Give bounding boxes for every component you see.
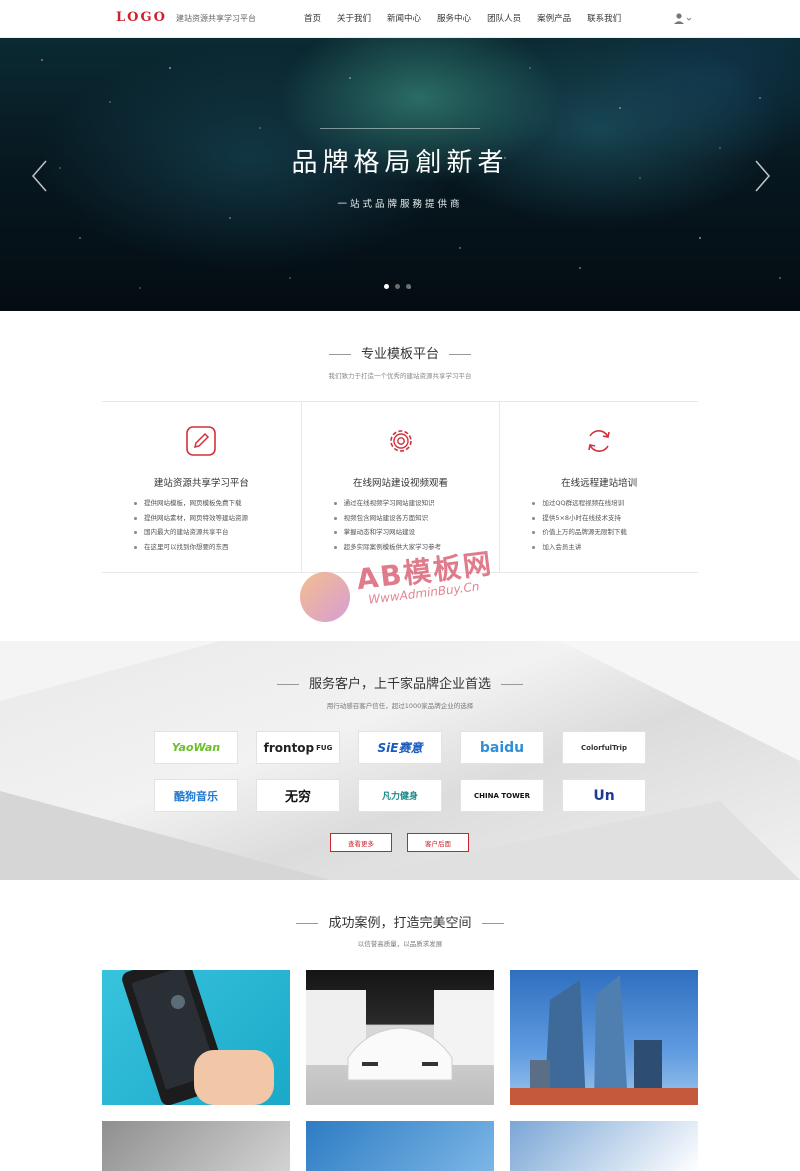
list-item: 提供5×8小时在线技术支持	[532, 511, 627, 526]
site-logo[interactable]: LOGO	[116, 10, 167, 25]
platform-title-text: 专业模板平台	[360, 347, 439, 362]
cases-title-text: 成功案例，打造完美空间	[328, 916, 472, 931]
client-logo-text: Un	[593, 787, 615, 804]
nav-item-home[interactable]: 首页	[296, 0, 329, 38]
list-item: 视频包含网站建设各方面知识	[333, 511, 442, 526]
list-item: 提供网站模板，网页模板免费下载	[134, 496, 248, 511]
list-item: 掌握动态和学习网站建设	[333, 525, 442, 540]
client-logo-colorfultrip[interactable]: ColorfulTrip	[562, 731, 646, 764]
nav-item-team[interactable]: 团队人员	[479, 0, 529, 38]
list-item: 加过QQ群远程视频在线培训	[532, 496, 627, 511]
client-logo-text: ColorfulTrip	[581, 743, 627, 752]
clients-subtitle: 用行动感召客户信任，超过1000家品牌企业的选择	[326, 702, 474, 710]
gear-icon	[389, 430, 412, 452]
carousel-dot[interactable]	[395, 284, 400, 289]
title-rule	[276, 684, 299, 685]
title-rule	[296, 923, 319, 924]
client-logo-text: 酷狗音乐	[174, 789, 218, 803]
client-logo-sie[interactable]: SiE赛意	[358, 731, 442, 764]
list-item: 提供网站素材，网页特效等建站资源	[134, 511, 248, 526]
banner-subtitle: 一站式品牌服務提供商	[337, 199, 463, 210]
client-logo-yaowan[interactable]: YaoWan	[154, 731, 238, 764]
client-logo-kugou[interactable]: 酷狗音乐	[154, 779, 238, 812]
case-image-phone[interactable]	[102, 970, 290, 1105]
nav-item-cases[interactable]: 案例产品	[529, 0, 579, 38]
client-logo-sub: FUG	[316, 743, 333, 752]
client-logo-grid: YaoWan frontop FUG SiE赛意 baidu ColorfulTr…	[154, 731, 648, 812]
clients-title-text: 服务客户，上千家品牌企业首选	[308, 677, 491, 692]
car-illustration	[306, 990, 494, 1081]
client-logo-chinatower[interactable]: CHINA TOWER	[460, 779, 544, 812]
list-item: 国内最大的建站资源共享平台	[134, 525, 248, 540]
client-logo-wuqiong[interactable]: 无穷	[256, 779, 340, 812]
nav-item-contact[interactable]: 联系我们	[579, 0, 629, 38]
nav-item-services[interactable]: 服务中心	[429, 0, 479, 38]
user-icon[interactable]	[672, 12, 692, 26]
case-image-office[interactable]	[102, 1121, 290, 1171]
main-nav: 首页 关于我们 新闻中心 服务中心 团队人员 案例产品 联系我们	[296, 0, 629, 38]
carousel-dot[interactable]	[406, 284, 411, 289]
client-logo-baidu[interactable]: baidu	[460, 731, 544, 764]
feature-title: 在线网站建设视频观看	[353, 478, 449, 489]
list-item: 通过在线视频学习网站建设知识	[333, 496, 442, 511]
feature-column: 建站资源共享学习平台 提供网站模板，网页模板免费下载 提供网站素材，网页特效等建…	[102, 402, 301, 572]
case-image-buildings[interactable]	[510, 970, 698, 1105]
list-item: 加入会员主讲	[532, 540, 627, 555]
platform-subtitle: 我们致力于打造一个优秀的建站资源共享学习平台	[328, 372, 472, 380]
feature-list: 加过QQ群远程视频在线培训 提供5×8小时在线技术支持 价值上万的品牌源无限制下…	[532, 496, 627, 554]
case-image-architecture[interactable]	[510, 1121, 698, 1171]
client-logo-text: SiE赛意	[377, 741, 423, 755]
client-logo-un[interactable]: Un	[562, 779, 646, 812]
cases-section-title: 成功案例，打造完美空间	[0, 912, 800, 931]
client-logo-text: CHINA TOWER	[474, 791, 530, 800]
clients-extra-button[interactable]: 客户后面	[407, 833, 469, 852]
feature-title: 建站资源共享学习平台	[153, 478, 249, 489]
site-header: LOGO 建站资源共享学习平台 首页 关于我们 新闻中心 服务中心 团队人员 案…	[0, 0, 800, 38]
clients-section: 服务客户，上千家品牌企业首选 用行动感召客户信任，超过1000家品牌企业的选择 …	[0, 641, 800, 880]
feature-column: 在线远程建站培训 加过QQ群远程视频在线培训 提供5×8小时在线技术支持 价值上…	[499, 402, 698, 572]
buildings-illustration	[510, 975, 698, 1105]
hero-banner: 品牌格局創新者 一站式品牌服務提供商	[0, 38, 800, 311]
client-logo-frontop[interactable]: frontop FUG	[256, 731, 340, 764]
cases-subtitle: 以信誉高质量，以品质求发展	[357, 940, 443, 948]
carousel-dots	[384, 284, 411, 289]
case-image-car[interactable]	[306, 970, 494, 1105]
edit-icon	[186, 426, 216, 456]
watermark: AB模板网 WwwAdminBuy.Cn	[296, 547, 516, 630]
feature-list: 通过在线视频学习网站建设知识 视频包含网站建设各方面知识 掌握动态和学习网站建设…	[333, 496, 442, 554]
banner-divider	[320, 128, 480, 129]
title-rule	[481, 923, 504, 924]
client-logo-fanli[interactable]: 凡力健身	[358, 779, 442, 812]
platform-section-title: 专业模板平台	[0, 343, 800, 362]
view-more-button[interactable]: 查看更多	[330, 833, 392, 852]
nav-item-news[interactable]: 新闻中心	[379, 0, 429, 38]
banner-title: 品牌格局創新者	[291, 148, 509, 178]
feature-title: 在线远程建站培训	[561, 478, 638, 489]
client-logo-text: 无穷	[284, 790, 311, 805]
client-logo-text: baidu	[479, 739, 525, 756]
list-item: 价值上万的品牌源无限制下载	[532, 525, 627, 540]
phone-illustration	[122, 970, 274, 1105]
case-image-software[interactable]	[306, 1121, 494, 1171]
list-item: 在这里可以找到你想要的东西	[134, 540, 248, 555]
title-rule	[501, 684, 523, 685]
chevron-right-icon[interactable]	[750, 158, 774, 194]
clients-section-title: 服务客户，上千家品牌企业首选	[0, 673, 800, 692]
title-rule	[449, 354, 471, 355]
watermark-logo-icon	[300, 572, 350, 622]
client-logo-text: 凡力健身	[381, 792, 418, 802]
refresh-icon	[588, 430, 611, 452]
chevron-left-icon[interactable]	[28, 158, 52, 194]
feature-columns: 建站资源共享学习平台 提供网站模板，网页模板免费下载 提供网站素材，网页特效等建…	[102, 401, 698, 573]
nav-item-about[interactable]: 关于我们	[329, 0, 379, 38]
title-rule	[328, 354, 351, 355]
client-logo-text: YaoWan	[171, 741, 221, 754]
site-tagline: 建站资源共享学习平台	[176, 14, 256, 23]
carousel-dot[interactable]	[384, 284, 389, 289]
client-logo-text: frontop	[263, 740, 315, 755]
feature-list: 提供网站模板，网页模板免费下载 提供网站素材，网页特效等建站资源 国内最大的建站…	[134, 496, 248, 554]
